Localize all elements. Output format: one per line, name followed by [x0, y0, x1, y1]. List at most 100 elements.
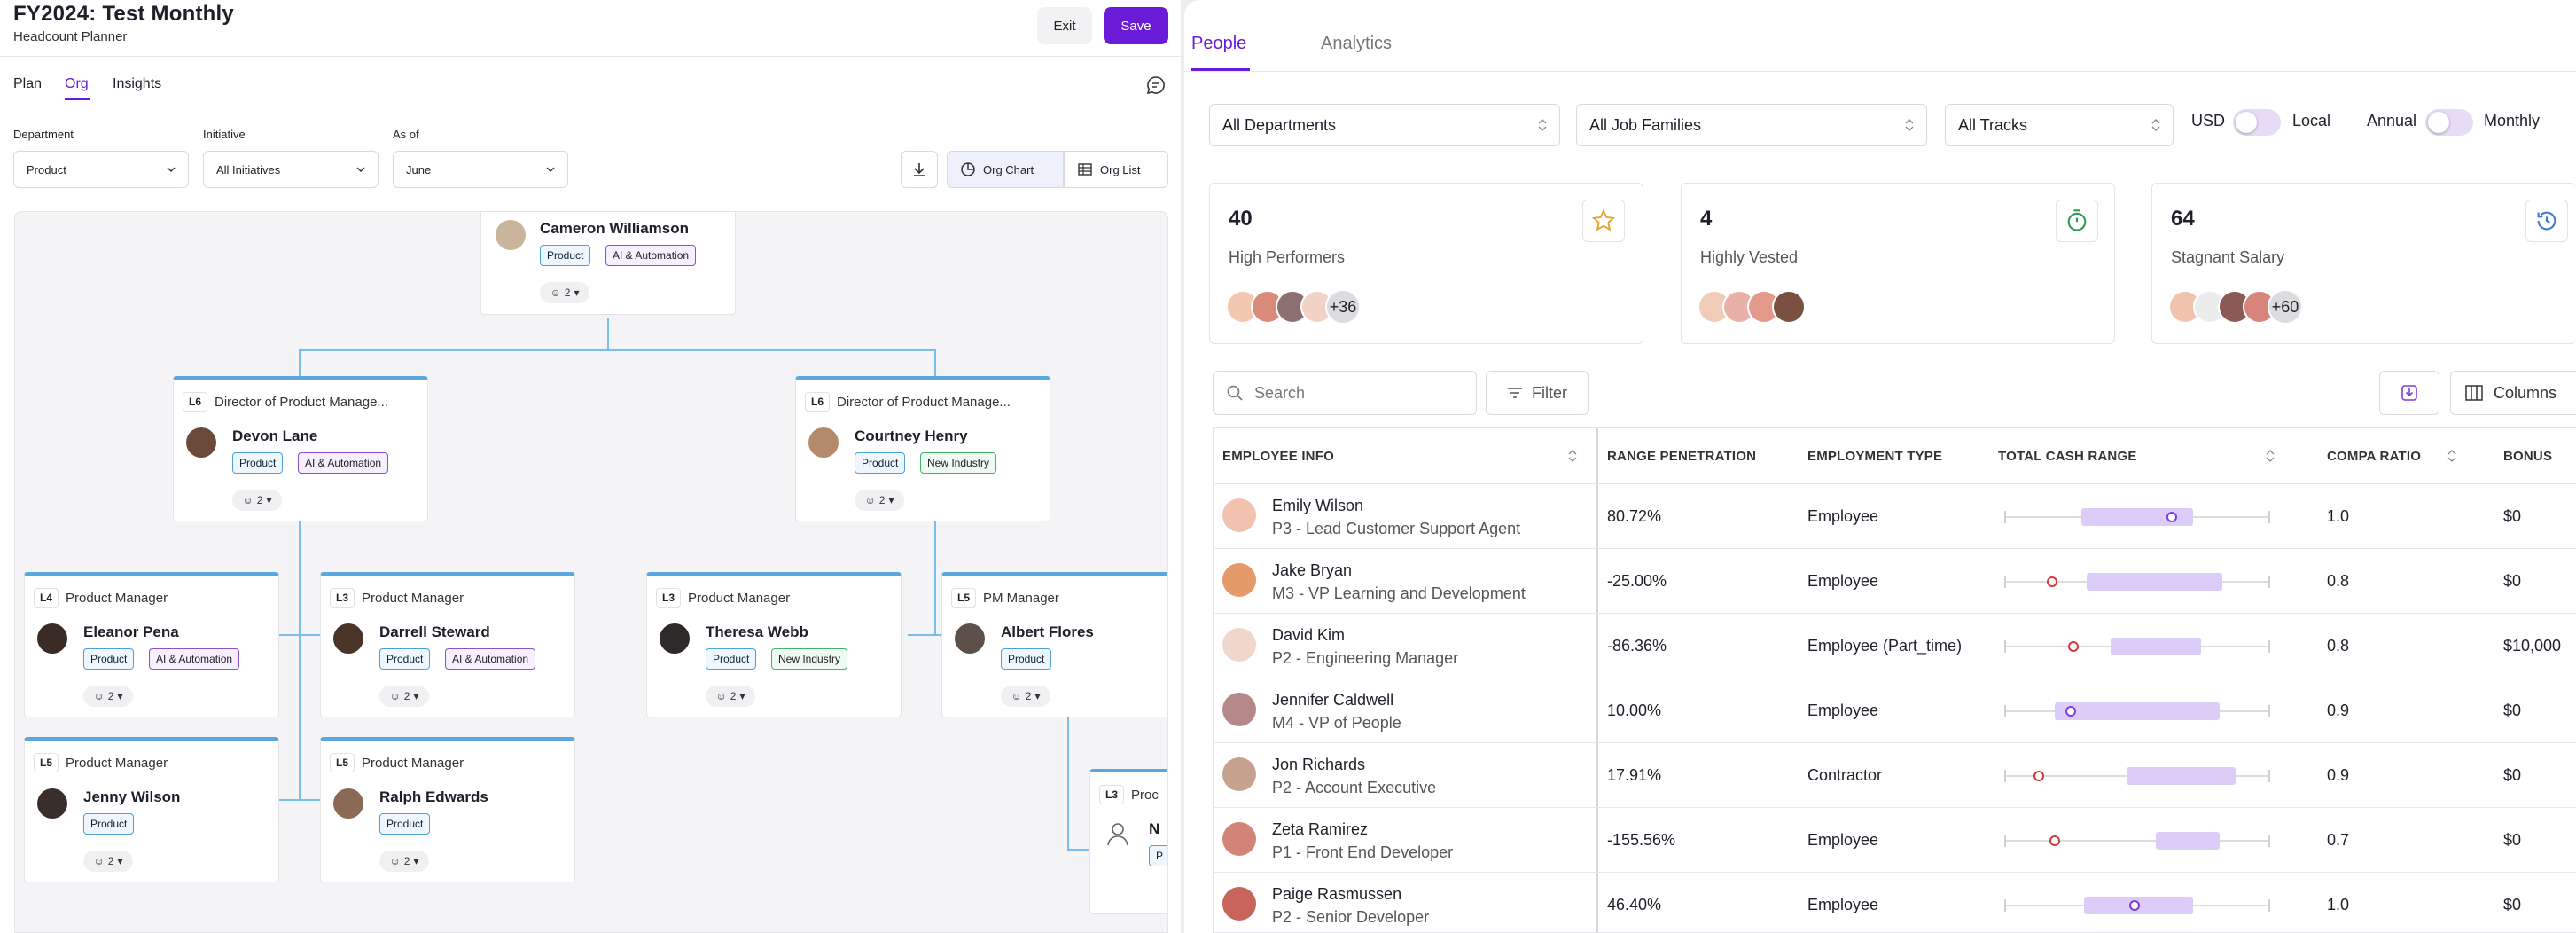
org-node-ralph-edwards[interactable]: L5 Product Manager Ralph Edwards Product…: [320, 737, 575, 882]
as-of-value: June: [406, 162, 432, 176]
column-header-label: EMPLOYEE INFO: [1222, 448, 1334, 464]
reports-count: 2: [256, 494, 263, 506]
person-icon: ☺: [242, 494, 254, 506]
reports-count-button[interactable]: ☺ 2 ▾: [706, 686, 755, 707]
employee-name[interactable]: Jake Bryan: [1272, 561, 1352, 580]
column-header-employee-info[interactable]: EMPLOYEE INFO: [1222, 428, 1577, 483]
table-row[interactable]: Jake Bryan M3 - VP Learning and Developme…: [1214, 548, 2576, 613]
reports-count-button[interactable]: ☺ 2 ▾: [540, 282, 589, 303]
role-title: Director of Product Manage...: [837, 395, 1011, 410]
stat-card-high-performers[interactable]: 40 High Performers +36: [1209, 183, 1643, 344]
tab-analytics[interactable]: Analytics: [1321, 34, 1392, 54]
range-tick: [2004, 511, 2006, 523]
tab-org[interactable]: Org: [65, 76, 89, 92]
column-header-total-cash-range[interactable]: TOTAL CASH RANGE: [1998, 428, 2275, 483]
reports-count-button[interactable]: ☺ 2 ▾: [1001, 686, 1050, 707]
range-tick: [2004, 899, 2006, 912]
initiative-select[interactable]: All Initiatives: [203, 151, 379, 188]
table-row[interactable]: Emily Wilson P3 - Lead Customer Support A…: [1214, 483, 2576, 548]
table-row[interactable]: Paige Rasmussen P2 - Senior Developer 46.4…: [1214, 872, 2576, 932]
table-row[interactable]: Jennifer Caldwell M4 - VP of People 10.00%…: [1214, 678, 2576, 742]
tab-plan[interactable]: Plan: [13, 76, 42, 92]
stat-card-stagnant-salary[interactable]: 64 Stagnant Salary +60: [2151, 183, 2576, 344]
org-node-devon-lane[interactable]: L6 Director of Product Manage... Devon L…: [173, 376, 428, 521]
toggle-knob: [2236, 112, 2257, 133]
org-node-partial[interactable]: L3 Proc N P: [1089, 769, 1167, 914]
range-tick: [2268, 576, 2270, 588]
reports-count-button[interactable]: ☺ 2 ▾: [379, 686, 429, 707]
column-header-bonus[interactable]: BONUS: [2503, 428, 2552, 483]
reports-count-button[interactable]: ☺ 2 ▾: [83, 851, 133, 872]
column-header-employment-type[interactable]: EMPLOYMENT TYPE: [1807, 428, 1942, 483]
stat-card-highly-vested[interactable]: 4 Highly Vested: [1681, 183, 2115, 344]
org-node-courtney-henry[interactable]: L6 Director of Product Manage... Courtne…: [795, 376, 1050, 521]
person-name: Devon Lane: [232, 427, 318, 444]
table-row[interactable]: David Kim P2 - Engineering Manager -86.36%…: [1214, 613, 2576, 678]
tab-people[interactable]: People: [1191, 34, 1246, 54]
connector-line: [934, 519, 936, 634]
person-name: Ralph Edwards: [379, 788, 488, 805]
column-header-range-penetration[interactable]: RANGE PENETRATION: [1607, 428, 1756, 483]
table-row[interactable]: Zeta Ramirez P1 - Front End Developer -155…: [1214, 807, 2576, 872]
search-placeholder: Search: [1254, 383, 1306, 402]
org-node-eleanor-pena[interactable]: L4 Product Manager Eleanor Pena Product …: [24, 572, 279, 717]
employee-name[interactable]: Jennifer Caldwell: [1272, 691, 1393, 710]
sort-icon: [2447, 450, 2456, 462]
reports-count-button[interactable]: ☺ 2 ▾: [855, 490, 904, 511]
employment-type-cell: Employee: [1807, 896, 1879, 913]
page-subtitle: Headcount Planner: [13, 29, 128, 44]
department-select[interactable]: Product: [13, 151, 189, 188]
download-button[interactable]: [901, 151, 938, 188]
tab-insights[interactable]: Insights: [113, 76, 161, 92]
compa-ratio-cell: 0.9: [2327, 702, 2350, 719]
avatar: [333, 623, 363, 654]
usd-label: USD: [2191, 112, 2226, 129]
level-badge: L3: [330, 588, 355, 608]
employee-name[interactable]: Zeta Ramirez: [1272, 820, 1368, 839]
org-chart-view-button[interactable]: Org Chart: [947, 151, 1064, 188]
search-input[interactable]: Search: [1213, 371, 1477, 415]
employee-name[interactable]: Emily Wilson: [1272, 497, 1363, 515]
reports-count-button[interactable]: ☺ 2 ▾: [83, 686, 133, 707]
org-node-cameron-williamson[interactable]: Cameron Williamson Product AI & Automati…: [480, 212, 736, 315]
employee-name[interactable]: David Kim: [1272, 626, 1345, 645]
filter-button[interactable]: Filter: [1486, 371, 1589, 415]
employee-role: P2 - Senior Developer: [1272, 908, 1430, 926]
avatar: [1222, 563, 1256, 597]
reports-count-button[interactable]: ☺ 2 ▾: [379, 851, 429, 872]
org-list-view-button[interactable]: Org List: [1064, 151, 1168, 188]
org-node-albert-flores[interactable]: L5 PM Manager Albert Flores Product ☺ 2 ▾: [941, 572, 1167, 717]
comment-icon[interactable]: [1145, 74, 1167, 96]
level-badge: L5: [951, 588, 976, 608]
job-families-select[interactable]: All Job Families: [1576, 104, 1927, 146]
tracks-select[interactable]: All Tracks: [1945, 104, 2174, 146]
columns-button[interactable]: Columns: [2450, 371, 2576, 415]
org-chart-canvas[interactable]: Cameron Williamson Product AI & Automati…: [14, 211, 1168, 933]
person-name: Jenny Wilson: [83, 788, 181, 805]
range-tick: [2268, 835, 2270, 847]
org-node-jenny-wilson[interactable]: L5 Product Manager Jenny Wilson Product …: [24, 737, 279, 882]
tracks-value: All Tracks: [1958, 115, 2028, 134]
org-node-theresa-webb[interactable]: L3 Product Manager Theresa Webb Product …: [646, 572, 902, 717]
updown-chevron-icon: [2151, 119, 2160, 131]
save-button[interactable]: Save: [1104, 7, 1168, 44]
period-toggle[interactable]: [2425, 109, 2473, 136]
reports-count-button[interactable]: ☺ 2 ▾: [232, 490, 282, 511]
currency-toggle[interactable]: [2233, 109, 2281, 136]
employee-name[interactable]: Paige Rasmussen: [1272, 885, 1401, 904]
org-node-darrell-steward[interactable]: L3 Product Manager Darrell Steward Produ…: [320, 572, 575, 717]
employee-role: M3 - VP Learning and Development: [1272, 584, 1526, 602]
employee-name[interactable]: Jon Richards: [1272, 756, 1365, 774]
employment-type-cell: Employee: [1807, 702, 1879, 719]
departments-select[interactable]: All Departments: [1209, 104, 1560, 146]
employee-role: P2 - Engineering Manager: [1272, 649, 1459, 667]
column-header-compa-ratio[interactable]: COMPA RATIO: [2327, 428, 2456, 483]
level-badge: L6: [183, 392, 207, 412]
table-row[interactable]: Jon Richards P2 - Account Executive 17.91%…: [1214, 742, 2576, 807]
person-icon: ☺: [1011, 690, 1022, 702]
exit-button[interactable]: Exit: [1037, 7, 1092, 44]
as-of-select[interactable]: June: [393, 151, 568, 188]
org-list-label: Org List: [1100, 162, 1141, 176]
export-button[interactable]: [2379, 371, 2439, 415]
salary-marker: [2068, 641, 2079, 652]
